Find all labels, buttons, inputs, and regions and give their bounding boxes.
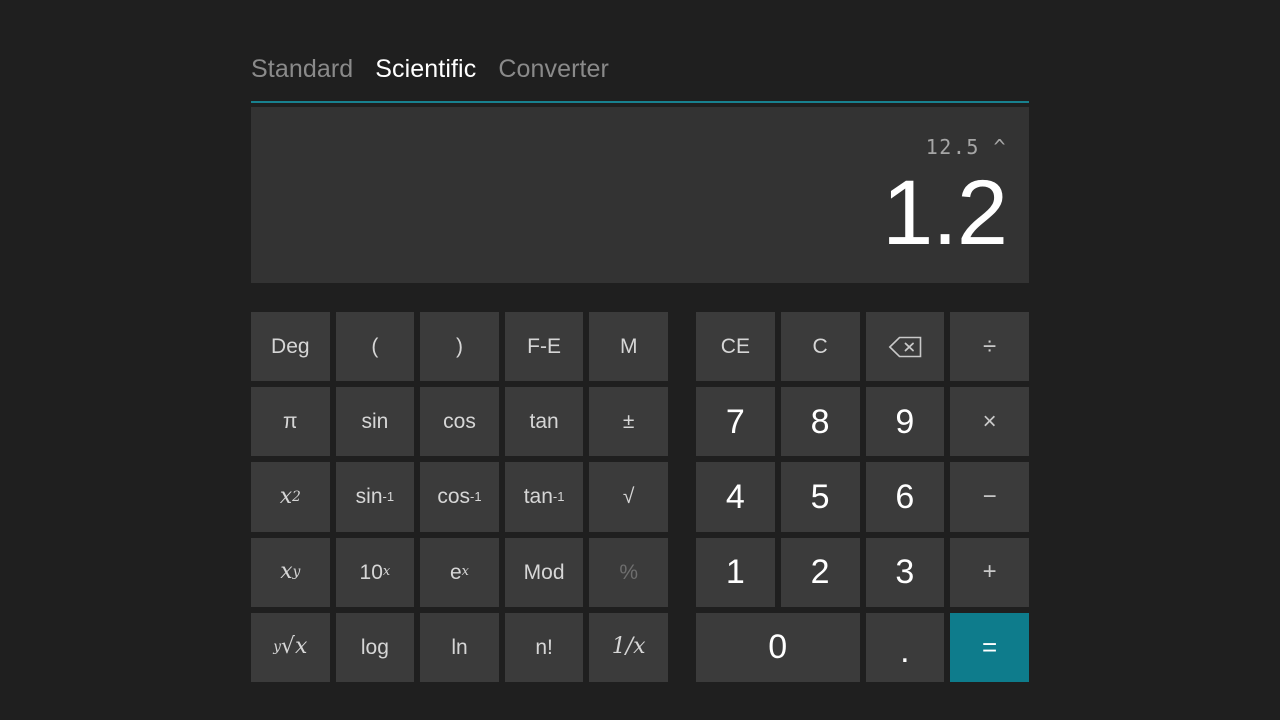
ten-power-x-base: 10 (359, 560, 383, 584)
digit-7-button[interactable]: 7 (696, 387, 775, 457)
arcsin-base: sin (355, 485, 383, 509)
add-button[interactable]: + (950, 537, 1029, 607)
arccos-base: cos (437, 485, 471, 509)
digit-9-button[interactable]: 9 (865, 387, 945, 457)
x-squared-button[interactable]: x2 (251, 462, 330, 532)
cos-button[interactable]: cos (420, 387, 499, 457)
calculator-display[interactable]: 12.5 ^ 1.2 (251, 107, 1029, 283)
subtract-button[interactable]: − (950, 462, 1029, 532)
divide-button[interactable]: ÷ (950, 312, 1029, 382)
ten-power-x-button[interactable]: 10 x (335, 537, 415, 607)
open-paren-button[interactable]: ( (335, 312, 415, 382)
x-power-y-button[interactable]: xy (251, 537, 330, 607)
digit-0-button[interactable]: 0 (696, 612, 860, 682)
digit-3-button[interactable]: 3 (865, 537, 945, 607)
percent-button[interactable]: % (589, 537, 668, 607)
calculator-app: Standard Scientific Converter 12.5 ^ 1.2… (0, 0, 1280, 720)
plus-minus-button[interactable]: ± (589, 387, 668, 457)
close-paren-button[interactable]: ) (420, 312, 499, 382)
digit-4-button[interactable]: 4 (696, 462, 775, 532)
equals-button[interactable]: = (950, 612, 1029, 682)
arctan-button[interactable]: tan -1 (504, 462, 584, 532)
ln-button[interactable]: ln (420, 612, 499, 682)
log-button[interactable]: log (335, 612, 415, 682)
mode-tabbar: Standard Scientific Converter (251, 48, 1029, 90)
y-root-x-button[interactable]: y √ x (251, 612, 330, 682)
factorial-button[interactable]: n! (504, 612, 584, 682)
y-root-radicand: x (294, 634, 308, 660)
deg-button[interactable]: Deg (251, 312, 330, 382)
square-root-button[interactable]: √ (589, 462, 668, 532)
digit-1-button[interactable]: 1 (696, 537, 775, 607)
tab-converter[interactable]: Converter (498, 54, 609, 84)
digit-5-button[interactable]: 5 (780, 462, 860, 532)
pi-button[interactable]: π (251, 387, 330, 457)
backspace-icon (888, 336, 922, 358)
memory-button[interactable]: M (589, 312, 668, 382)
number-keypad: CE C backspace ÷ 7 8 9 × 4 5 6 − 1 2 3 +… (696, 312, 1029, 682)
arcsin-button[interactable]: sin -1 (335, 462, 415, 532)
decimal-point-button[interactable]: . (865, 612, 945, 682)
y-root-radical: √ (280, 634, 295, 660)
arccos-button[interactable]: cos -1 (420, 462, 499, 532)
e-power-x-button[interactable]: ex (420, 537, 499, 607)
x-squared-base: x (279, 483, 293, 509)
tab-standard[interactable]: Standard (251, 54, 353, 84)
digit-8-button[interactable]: 8 (780, 387, 860, 457)
display-expression: 12.5 ^ (925, 135, 1007, 159)
tab-accent-underline (251, 101, 1029, 103)
tab-scientific[interactable]: Scientific (375, 54, 476, 84)
sin-button[interactable]: sin (335, 387, 415, 457)
digit-6-button[interactable]: 6 (865, 462, 945, 532)
arctan-base: tan (523, 485, 553, 509)
clear-entry-button[interactable]: CE (696, 312, 775, 382)
fe-button[interactable]: F-E (504, 312, 584, 382)
backspace-button[interactable]: backspace (865, 312, 945, 382)
mod-button[interactable]: Mod (504, 537, 584, 607)
reciprocal-button[interactable]: 1/x (589, 612, 668, 682)
multiply-button[interactable]: × (950, 387, 1029, 457)
display-result: 1.2 (882, 162, 1008, 264)
clear-button[interactable]: C (780, 312, 860, 382)
tan-button[interactable]: tan (504, 387, 584, 457)
x-power-y-base: x (280, 559, 293, 585)
e-power-x-base: e (449, 560, 462, 584)
digit-2-button[interactable]: 2 (780, 537, 860, 607)
scientific-keypad: Deg ( ) F-E M π sin cos tan ± x2 sin -1 c… (251, 312, 668, 682)
